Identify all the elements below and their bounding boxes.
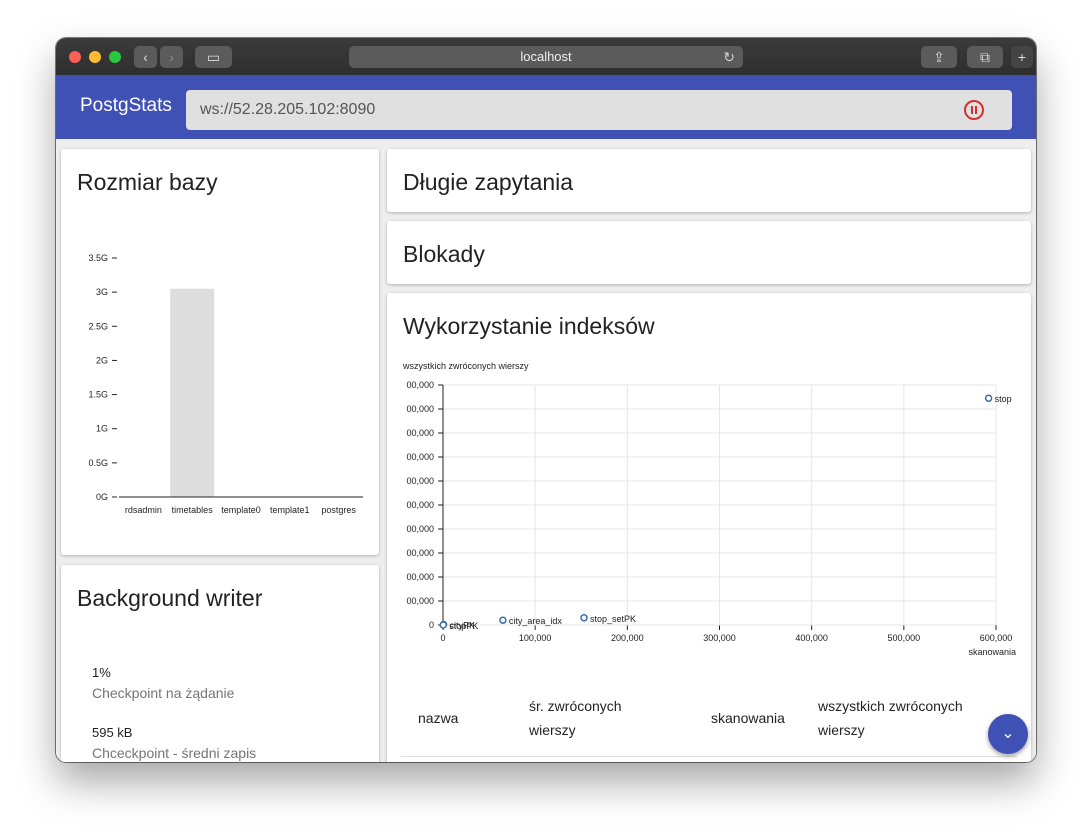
long-queries-card[interactable]: Długie zapytania [387, 149, 1031, 212]
x-tick-label: 600,000 [980, 633, 1013, 643]
y-tick-label: 0 [429, 620, 434, 630]
y-tick-label: 00,000 [406, 572, 434, 582]
x-tick-label: 400,000 [795, 633, 828, 643]
tabs-button[interactable]: ⧉ [967, 46, 1003, 68]
bgwriter-title: Background writer [77, 585, 263, 611]
table-header-name[interactable]: nazwa [418, 706, 458, 730]
close-window-button[interactable] [69, 51, 81, 63]
y-tick-label: 2.5G [88, 321, 108, 331]
long-queries-title: Długie zapytania [403, 169, 574, 195]
y-tick-label: 0G [96, 492, 108, 502]
y-tick-label: 00,000 [406, 476, 434, 486]
point-label: city_area_idx [509, 616, 563, 626]
websocket-address-value: ws://52.28.205.102:8090 [200, 101, 376, 118]
forward-button[interactable]: › [160, 46, 183, 68]
index-usage-card: Wykorzystanie indeksów wszystkich zwróco… [387, 293, 1031, 762]
x-tick-label: 500,000 [888, 633, 921, 643]
y-tick-label: 00,000 [406, 428, 434, 438]
locks-title: Blokady [403, 241, 485, 267]
locks-card[interactable]: Blokady [387, 221, 1031, 284]
pause-icon[interactable] [964, 100, 984, 120]
chevron-right-icon: › [169, 49, 174, 65]
table-header-scans[interactable]: skanowania [711, 706, 785, 730]
plus-icon: + [1017, 49, 1027, 65]
bgwriter-card: Background writer 1% Checkpoint na żądan… [61, 565, 379, 762]
point-stop_setPK [580, 614, 588, 622]
point-stopPK [439, 621, 448, 629]
checkpoint-requested-value: 1% [92, 665, 111, 680]
checkpoint-avg-write-label: Chceckpoint - średni zapis [92, 745, 257, 761]
tabs-icon: ⧉ [980, 49, 990, 65]
table-header-avg-rows[interactable]: śr. zwróconych wierszy [529, 694, 659, 742]
checkpoint-avg-write-value: 595 kB [92, 725, 133, 740]
x-tick-label: timetables [172, 505, 214, 515]
zoom-window-button[interactable] [109, 51, 121, 63]
y-tick-label: 3.5G [88, 253, 108, 263]
bar-timetables [170, 288, 215, 497]
y-tick-label: 3G [96, 287, 108, 297]
address-text: localhost [520, 49, 572, 64]
back-button[interactable]: ‹ [134, 46, 157, 68]
x-tick-label: 0 [440, 633, 445, 643]
table-divider [401, 756, 1017, 757]
db-size-card: Rozmiar bazy 0G 0.5G 1G 1.5G 2G 2.5G 3G 3.5G rds… [61, 149, 379, 555]
x-tick-label: template0 [221, 505, 261, 515]
new-tab-button[interactable]: + [1011, 46, 1033, 68]
browser-window: ‹ › ▭ localhost ↻ ⇪ ⧉ + PostgStats ws://… [56, 38, 1036, 762]
y-tick-label: 1G [96, 424, 108, 434]
minimize-window-button[interactable] [89, 51, 101, 63]
y-tick-label: 00,000 [406, 500, 434, 510]
table-header-total-rows[interactable]: wszystkich zwróconych wierszy [818, 694, 988, 742]
dashboard: Rozmiar bazy 0G 0.5G 1G 1.5G 2G 2.5G 3G 3.5G rds… [56, 139, 1036, 762]
y-tick-label: 1.5G [88, 390, 108, 400]
x-tick-label: 300,000 [703, 633, 736, 643]
y-tick-label: 00,000 [406, 524, 434, 534]
x-tick-label: 200,000 [611, 633, 644, 643]
index-usage-chart: wszystkich zwróconych wierszy 0 100,000 200… [402, 361, 1016, 657]
x-tick-label: postgres [321, 505, 356, 515]
app-brand: PostgStats [80, 95, 172, 116]
checkpoint-requested-label: Checkpoint na żądanie [92, 685, 235, 701]
point-label: stop [995, 394, 1012, 404]
x-axis-title: skanowania [968, 647, 1016, 657]
sidebar-toggle-button[interactable]: ▭ [195, 46, 232, 68]
scroll-down-button[interactable]: ⌄ [988, 714, 1028, 754]
browser-titlebar: ‹ › ▭ localhost ↻ ⇪ ⧉ + [56, 38, 1036, 76]
app-header: PostgStats ws://52.28.205.102:8090 [56, 75, 1036, 139]
point-label: stopPK [449, 621, 478, 631]
y-tick-label: 00,000 [406, 380, 434, 390]
sidebar-icon: ▭ [206, 49, 221, 65]
point-label: stop_setPK [590, 614, 636, 624]
y-tick-label: 00,000 [406, 452, 434, 462]
y-tick-label: 00,000 [406, 548, 434, 558]
y-axis-title: wszystkich zwróconych wierszy [402, 361, 529, 371]
y-tick-label: 2G [96, 355, 108, 365]
x-tick-label: 100,000 [519, 633, 552, 643]
share-icon: ⇪ [933, 49, 945, 65]
y-tick-label: 00,000 [406, 404, 434, 414]
x-tick-label: template1 [270, 505, 310, 515]
point-city_area_idx [499, 616, 507, 624]
db-size-chart: 0G 0.5G 1G 1.5G 2G 2.5G 3G 3.5G rdsadmin timetabl… [88, 253, 363, 515]
chevron-left-icon: ‹ [143, 49, 148, 65]
chevron-down-icon: ⌄ [1001, 725, 1015, 742]
x-tick-label: rdsadmin [125, 505, 162, 515]
websocket-address-field[interactable]: ws://52.28.205.102:8090 [186, 90, 1012, 130]
y-tick-label: 0.5G [88, 458, 108, 468]
y-tick-label: 00,000 [406, 596, 434, 606]
share-button[interactable]: ⇪ [921, 46, 957, 68]
reload-icon[interactable]: ↻ [723, 46, 735, 68]
address-bar[interactable]: localhost ↻ [349, 46, 743, 68]
point-stop [984, 394, 993, 402]
